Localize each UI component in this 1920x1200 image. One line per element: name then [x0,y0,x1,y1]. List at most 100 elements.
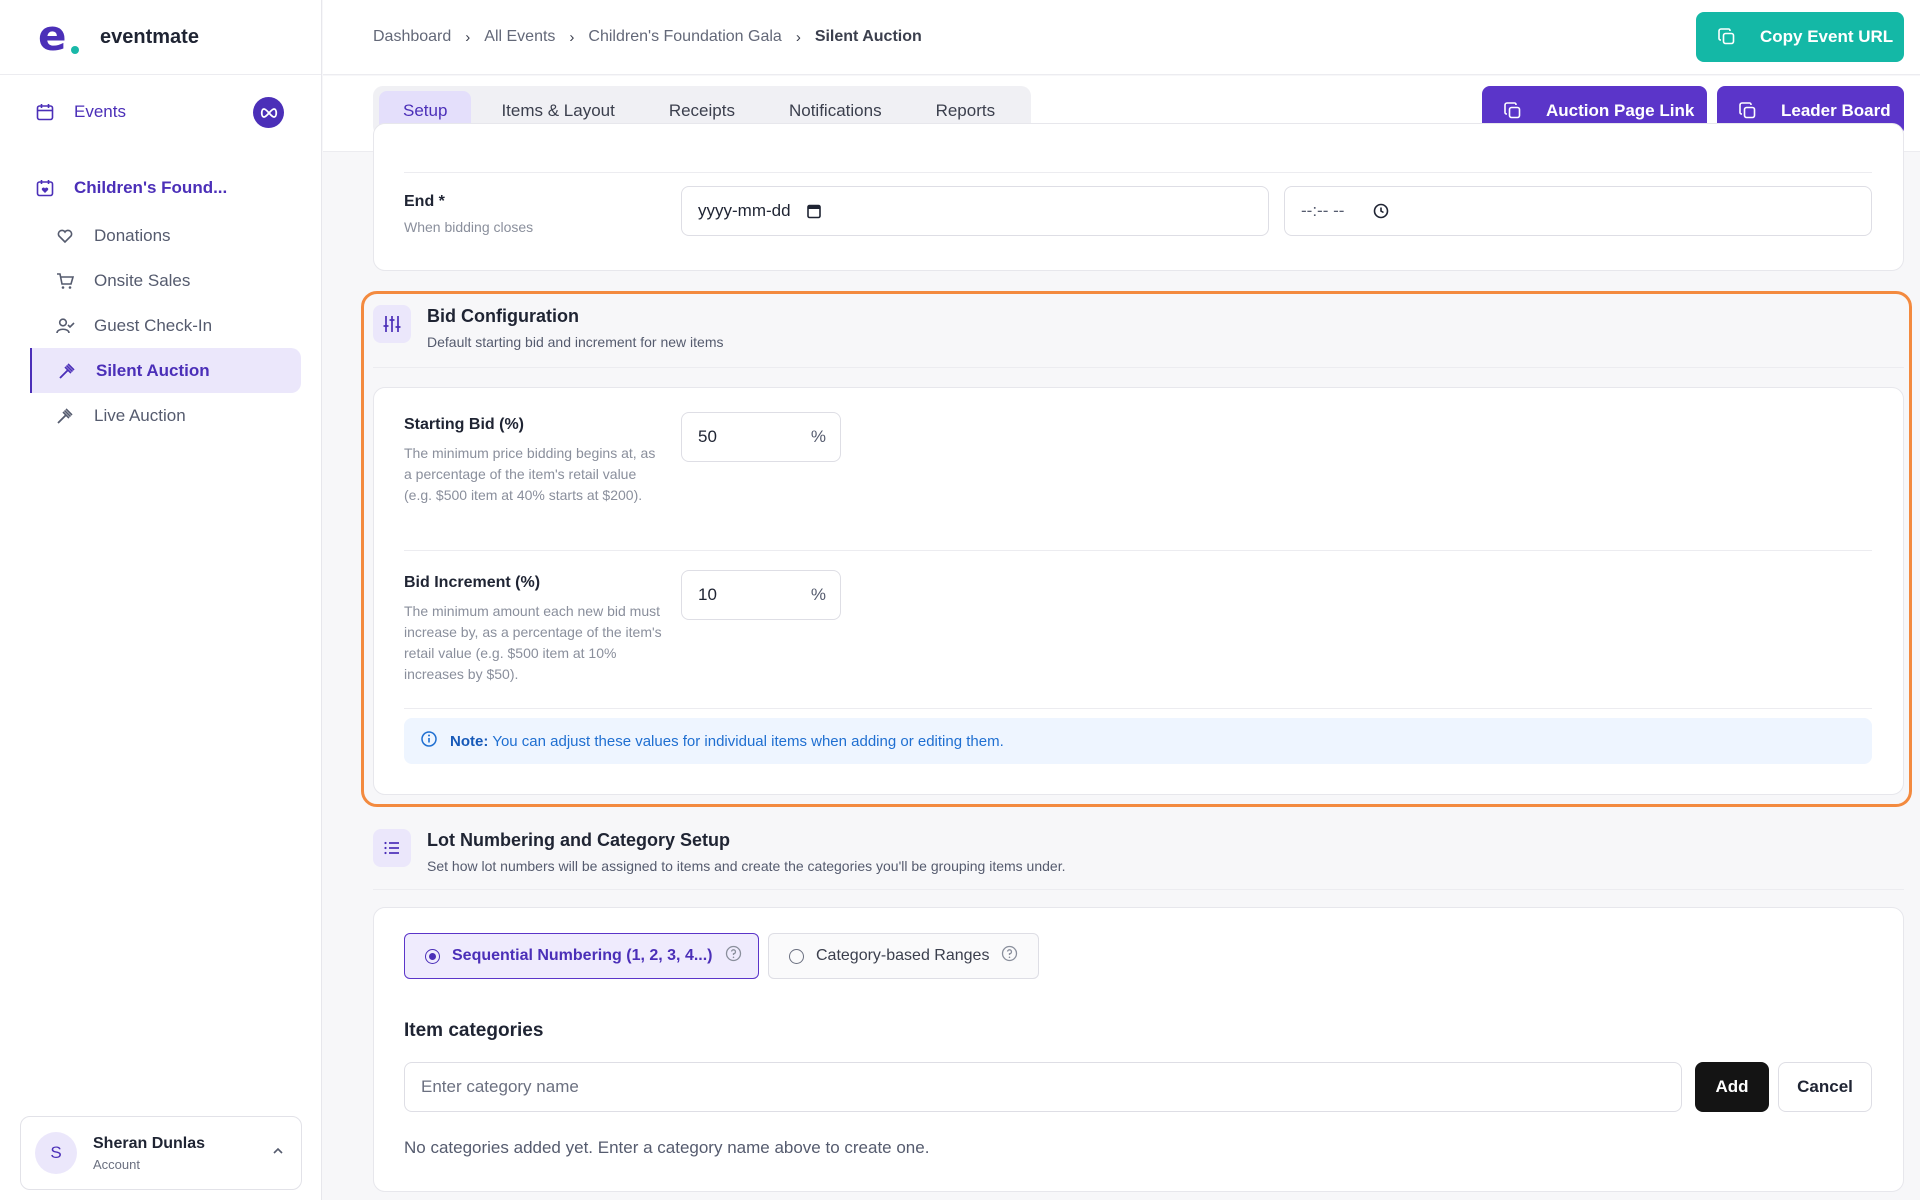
cart-icon [54,270,76,292]
bid-increment-label: Bid Increment (%) [404,574,541,591]
avatar: S [35,1132,77,1174]
heart-hand-icon [54,225,76,247]
sidebar-item-label: Onsite Sales [94,270,191,290]
sidebar-item-silent-auction[interactable]: Silent Auction [30,348,301,393]
add-category-button[interactable]: Add [1695,1062,1769,1112]
lot-numbering-title: Lot Numbering and Category Setup [427,830,731,850]
chevron-up-icon [271,1144,285,1163]
sliders-icon [373,305,411,343]
starting-bid-help: The minimum price bidding begins at, as … [404,445,656,503]
percent-suffix: % [810,585,826,604]
category-ranges-label: Category-based Ranges [816,947,990,964]
calendar-icon [34,101,56,123]
info-icon [420,730,438,752]
help-circle-icon[interactable] [1001,945,1018,967]
main-content: End * When bidding closes yyyy-mm-dd --:… [323,123,1920,1200]
bid-configuration-subtitle: Default starting bid and increment for n… [427,334,724,350]
sidebar-item-label: Donations [94,225,171,245]
copy-icon [1716,26,1738,48]
sidebar-item-onsite-sales[interactable]: Onsite Sales [30,258,301,303]
breadcrumb-dashboard[interactable]: Dashboard [373,28,451,46]
clock-icon[interactable] [1370,200,1392,222]
bid-note: Note: You can adjust these values for in… [404,718,1872,764]
copy-icon [1502,100,1524,122]
bid-increment-input[interactable]: 10 % [681,570,841,620]
empty-categories-text: No categories added yet. Enter a categor… [404,1138,930,1157]
cancel-button[interactable]: Cancel [1778,1062,1872,1112]
sidebar-nav: Events Children's Found... Donations Ons… [0,75,321,438]
sidebar-item-donations[interactable]: Donations [30,213,301,258]
breadcrumb-current: Silent Auction [814,28,922,45]
app-name: eventmate [100,25,199,48]
gavel-icon [54,405,76,427]
sidebar: e eventmate Events Children's Found... D… [0,0,322,1200]
sidebar-item-label: Silent Auction [96,360,210,380]
chevron-right-icon: › [569,28,575,46]
note-text: You can adjust these values for individu… [492,732,1004,750]
divider [404,172,1872,173]
chevron-right-icon: › [795,28,801,46]
end-time-input[interactable]: --:-- -- [1284,186,1872,236]
list-icon [373,829,411,867]
bid-configuration-title: Bid Configuration [427,306,579,326]
note-label: Note: [450,732,489,750]
sidebar-event-name[interactable]: Children's Found... [20,163,301,213]
copy-event-url-button[interactable]: Copy Event URL [1696,12,1904,62]
divider [373,889,1904,890]
gavel-icon [56,360,78,382]
percent-suffix: % [810,427,826,446]
sequential-numbering-option[interactable]: Sequential Numbering (1, 2, 3, 4...) [404,933,759,979]
schedule-card: End * When bidding closes yyyy-mm-dd --:… [373,123,1904,271]
radio-empty-icon [789,948,804,964]
starting-bid-input[interactable]: 50 % [681,412,841,462]
sidebar-item-label: Guest Check-In [94,315,213,335]
starting-bid-label: Starting Bid (%) [404,416,524,433]
end-date-input[interactable]: yyyy-mm-dd [681,186,1269,236]
account-sub: Account [93,1156,140,1172]
end-label: End * [404,193,445,210]
radio-selected-icon [425,948,440,964]
sidebar-item-guest-check-in[interactable]: Guest Check-In [30,303,301,348]
bid-increment-value: 10 [698,585,717,604]
auction-page-link-label: Auction Page Link [1546,101,1695,120]
lot-numbering-card: Sequential Numbering (1, 2, 3, 4...) Cat… [373,907,1904,1192]
lot-numbering-header: Lot Numbering and Category Setup Set how… [373,829,1065,874]
bid-configuration-card: Starting Bid (%) The minimum price biddi… [373,387,1904,795]
breadcrumb-all-events[interactable]: All Events [484,28,555,46]
divider [404,708,1872,709]
sidebar-item-label: Events [74,102,126,121]
logo-mark: e [38,15,79,57]
account-menu[interactable]: S Sheran Dunlas Account [20,1116,302,1190]
item-categories-title: Item categories [404,1020,544,1041]
copy-event-url-label: Copy Event URL [1760,27,1894,46]
sidebar-item-live-auction[interactable]: Live Auction [30,393,301,438]
divider [404,550,1872,551]
leader-board-label: Leader Board [1781,101,1891,120]
end-help: When bidding closes [404,219,534,235]
infinity-icon[interactable] [253,97,284,128]
account-name: Sheran Dunlas [93,1134,206,1152]
help-circle-icon[interactable] [725,945,742,967]
starting-bid-value: 50 [698,427,717,446]
breadcrumb: Dashboard › All Events › Children's Foun… [373,28,922,46]
sequential-numbering-label: Sequential Numbering (1, 2, 3, 4...) [452,947,713,964]
copy-icon [1737,100,1759,122]
category-ranges-option[interactable]: Category-based Ranges [768,933,1039,979]
lot-numbering-subtitle: Set how lot numbers will be assigned to … [427,858,1066,874]
logo-row: e eventmate [0,0,321,75]
calendar-heart-icon [34,177,56,199]
category-name-input[interactable] [404,1062,1682,1112]
date-placeholder: yyyy-mm-dd [698,201,791,220]
time-placeholder: --:-- -- [1301,201,1345,220]
sidebar-item-label: Live Auction [94,405,186,425]
sidebar-item-events[interactable]: Events [20,75,301,149]
bid-configuration-header: Bid Configuration Default starting bid a… [373,305,723,350]
bid-increment-help: The minimum amount each new bid must inc… [404,603,662,682]
calendar-icon[interactable] [803,200,825,222]
user-check-icon [54,315,76,337]
divider [373,367,1904,368]
top-bar: Dashboard › All Events › Children's Foun… [323,0,1920,75]
breadcrumb-event[interactable]: Children's Foundation Gala [588,28,781,46]
chevron-right-icon: › [465,28,471,46]
sidebar-event-label: Children's Found... [74,178,228,197]
